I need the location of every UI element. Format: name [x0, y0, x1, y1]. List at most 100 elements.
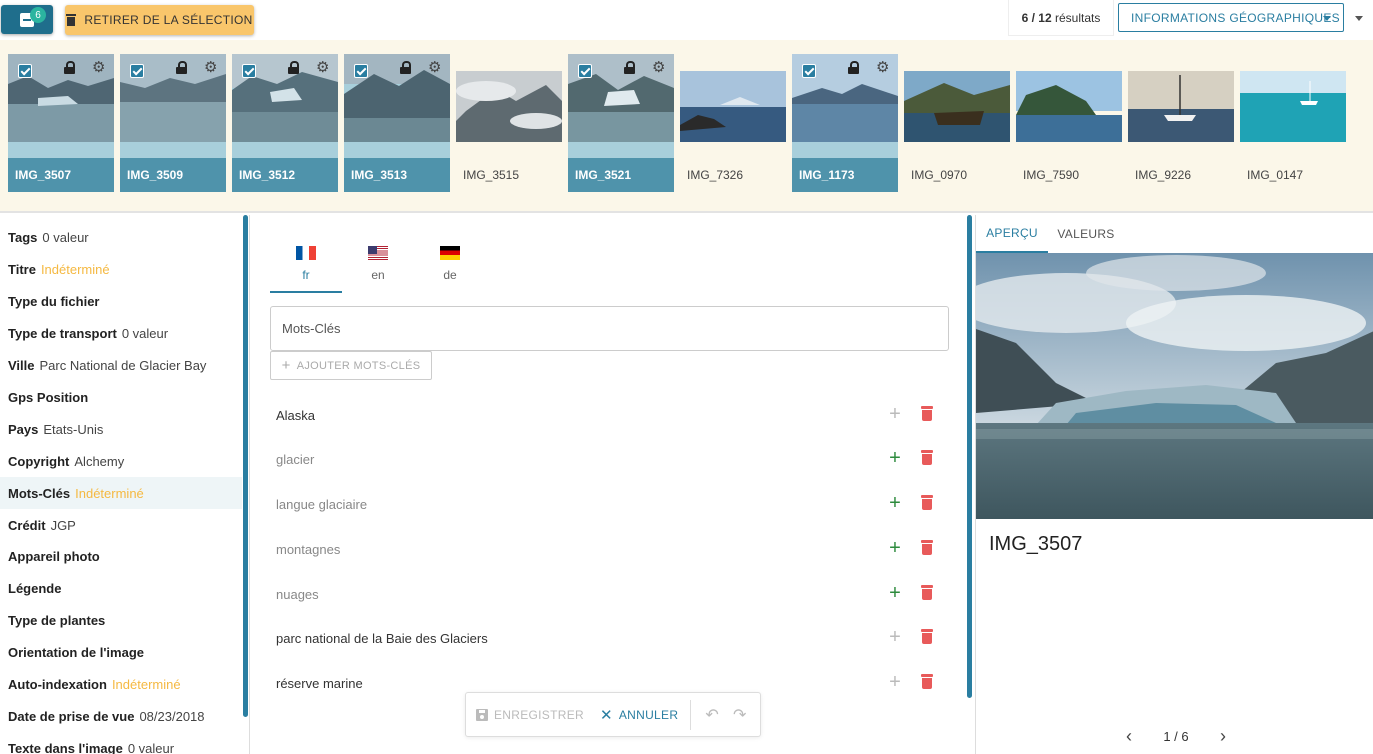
add-to-all-icon[interactable]: + [885, 404, 905, 425]
property-row[interactable]: Tags 0 valeur [0, 221, 242, 253]
add-to-all-icon[interactable]: + [885, 493, 905, 514]
lock-icon[interactable] [64, 61, 75, 74]
thumbnail-card[interactable]: IMG_7590 [1016, 54, 1122, 192]
property-row[interactable]: Ville Parc National de Glacier Bay [0, 349, 242, 381]
trash-icon [66, 14, 77, 26]
delete-icon[interactable] [921, 406, 933, 421]
tab-preview[interactable]: APERÇU [976, 215, 1048, 253]
add-to-all-icon[interactable]: + [885, 672, 905, 693]
delete-icon[interactable] [921, 450, 933, 465]
add-keywords-button[interactable]: + AJOUTER MOTS-CLÉS [270, 351, 432, 380]
remove-from-selection-button[interactable]: RETIRER DE LA SÉLECTION [65, 5, 254, 35]
tab-values[interactable]: VALEURS [1048, 215, 1124, 253]
properties-scrollbar[interactable] [243, 215, 248, 717]
gear-icon[interactable]: ⚙ [316, 60, 329, 75]
property-row[interactable]: Auto-indexation Indéterminé [0, 668, 242, 700]
thumbnail-card[interactable]: ⚙ IMG_3521 [568, 54, 674, 192]
thumbnail-card[interactable]: ⚙ IMG_1173 [792, 54, 898, 192]
delete-icon[interactable] [921, 540, 933, 555]
chevron-right-icon[interactable]: › [1220, 726, 1226, 747]
gear-icon[interactable]: ⚙ [428, 60, 441, 75]
add-to-all-icon[interactable]: + [885, 448, 905, 469]
keyword-row: glacier + [270, 437, 949, 481]
flag-de-icon [440, 246, 460, 260]
thumbnail-card[interactable]: ⚙ IMG_3509 [120, 54, 226, 192]
property-row[interactable]: Titre Indéterminé [0, 253, 242, 285]
property-value: 0 valeur [121, 325, 169, 341]
property-key: Orientation de l'image [8, 644, 145, 660]
property-row[interactable]: Type du fichier [0, 285, 242, 317]
lock-icon[interactable] [624, 61, 635, 74]
cancel-button[interactable]: ✕ ANNULER [600, 706, 678, 724]
property-row[interactable]: Légende [0, 572, 242, 604]
lock-icon[interactable] [176, 61, 187, 74]
property-row[interactable]: Orientation de l'image [0, 636, 242, 668]
gear-icon[interactable]: ⚙ [204, 60, 217, 75]
delete-icon[interactable] [921, 495, 933, 510]
property-row[interactable]: Texte dans l'image 0 valeur [0, 732, 242, 754]
property-key: Copyright [8, 453, 70, 469]
tab-lang-en[interactable]: en [342, 243, 414, 293]
checkbox-checked-icon[interactable] [802, 64, 816, 78]
gear-icon[interactable]: ⚙ [652, 60, 665, 75]
redo-icon[interactable]: ↷ [733, 705, 747, 725]
delete-icon[interactable] [921, 674, 933, 689]
property-row[interactable]: Copyright Alchemy [0, 445, 242, 477]
checkbox-checked-icon[interactable] [354, 64, 368, 78]
thumbnail-card[interactable]: ⚙ IMG_3513 [344, 54, 450, 192]
gear-icon[interactable]: ⚙ [876, 60, 889, 75]
property-row[interactable]: Date de prise de vue 08/23/2018 [0, 700, 242, 732]
property-row[interactable]: Gps Position [0, 381, 242, 413]
save-button[interactable]: ENREGISTRER [476, 708, 584, 722]
delete-icon[interactable] [921, 629, 933, 644]
keywords-input[interactable]: Mots-Clés [270, 306, 949, 351]
keywords-input-placeholder: Mots-Clés [282, 321, 341, 336]
checkbox-checked-icon[interactable] [130, 64, 144, 78]
property-row-selected[interactable]: Mots-Clés Indéterminé [0, 477, 242, 509]
metadata-group-select[interactable]: INFORMATIONS GÉOGRAPHIQUES [1118, 3, 1344, 32]
results-current: 6 / 12 [1021, 10, 1052, 25]
property-row[interactable]: Pays Etats-Unis [0, 413, 242, 445]
thumbnail-card[interactable]: IMG_0147 [1240, 54, 1346, 192]
thumbnail-card[interactable]: ⚙ IMG_3512 [232, 54, 338, 192]
more-options-caret-icon[interactable] [1355, 16, 1363, 21]
keyword-text: Alaska [276, 407, 316, 423]
thumbnail-card[interactable]: IMG_0970 [904, 54, 1010, 192]
thumbnail-card[interactable]: IMG_9226 [1128, 54, 1234, 192]
edit-actions-bar: ENREGISTRER ✕ ANNULER ↶ ↷ [465, 692, 761, 737]
property-row[interactable]: Crédit JGP [0, 509, 242, 541]
basket-button[interactable]: 6 [1, 5, 53, 34]
thumbnail-card[interactable]: IMG_7326 [680, 54, 786, 192]
property-value: 08/23/2018 [139, 708, 205, 724]
undo-icon[interactable]: ↶ [705, 705, 719, 725]
gear-icon[interactable]: ⚙ [92, 60, 105, 75]
lock-icon[interactable] [848, 61, 859, 74]
add-to-all-icon[interactable]: + [885, 538, 905, 559]
lock-icon[interactable] [288, 61, 299, 74]
property-row[interactable]: Appareil photo [0, 540, 242, 572]
add-to-all-icon[interactable]: + [885, 627, 905, 648]
thumbnail-label: IMG_3512 [232, 158, 338, 192]
thumbnail-card[interactable]: IMG_3515 [456, 54, 562, 192]
keyword-row: montagnes + [270, 527, 949, 571]
property-row[interactable]: Type de transport 0 valeur [0, 317, 242, 349]
thumbnail-label: IMG_3509 [120, 158, 226, 192]
chevron-left-icon[interactable]: ‹ [1126, 726, 1132, 747]
editor-scrollbar[interactable] [967, 215, 972, 698]
thumbnail-card[interactable]: ⚙ IMG_3507 [8, 54, 114, 192]
delete-icon[interactable] [921, 585, 933, 600]
lang-code: en [371, 268, 385, 282]
add-to-all-icon[interactable]: + [885, 583, 905, 604]
property-row[interactable]: Type de plantes [0, 604, 242, 636]
checkbox-checked-icon[interactable] [18, 64, 32, 78]
property-value: Indéterminé [111, 676, 181, 692]
tab-lang-de[interactable]: de [414, 243, 486, 293]
preview-image [976, 253, 1373, 519]
property-key: Gps Position [8, 389, 89, 405]
thumbnail-image [1240, 71, 1346, 142]
checkbox-checked-icon[interactable] [578, 64, 592, 78]
lock-icon[interactable] [400, 61, 411, 74]
tab-lang-fr[interactable]: fr [270, 243, 342, 293]
checkbox-checked-icon[interactable] [242, 64, 256, 78]
preview-panel: APERÇU VALEURS IMG_3507 ‹ 1 / 6 › [975, 215, 1373, 754]
